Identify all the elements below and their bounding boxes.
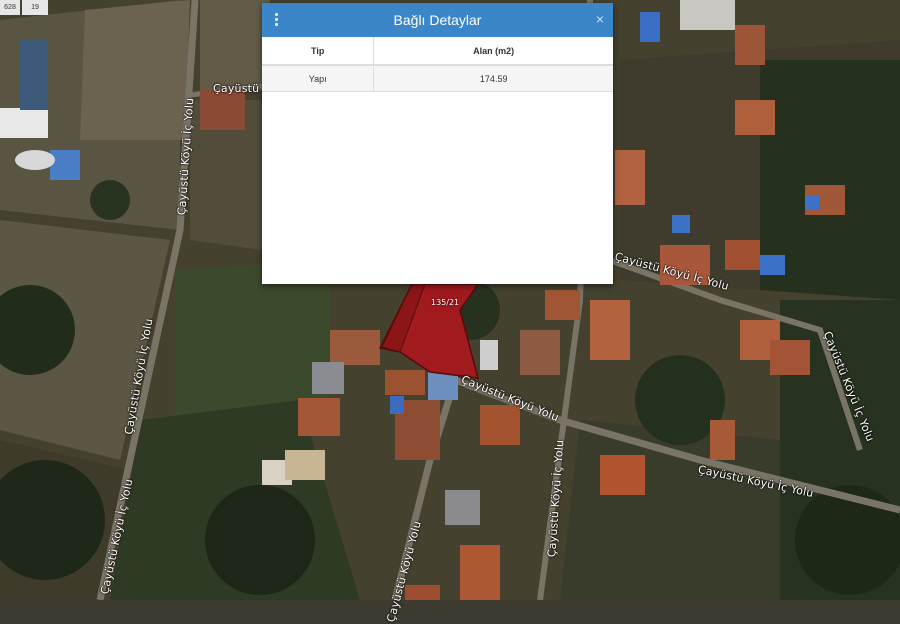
map-scale-chip: 19: [22, 0, 48, 15]
cell-type: Yapı: [262, 65, 374, 92]
column-header-type: Tip: [262, 37, 374, 66]
details-table: Tip Alan (m2) Yapı 174.59: [262, 37, 613, 92]
map-scale-chip: 628: [0, 0, 20, 15]
dialog-header: Bağlı Detaylar ×: [262, 3, 613, 37]
parcel-label: 135/21: [431, 298, 460, 307]
attached-details-dialog: Bağlı Detaylar × Tip Alan (m2) Yapı 174.…: [262, 3, 613, 284]
dialog-title: Bağlı Detaylar: [393, 12, 482, 28]
column-header-area: Alan (m2): [373, 37, 613, 66]
close-icon[interactable]: ×: [596, 11, 604, 27]
table-row[interactable]: Yapı 174.59: [262, 65, 613, 92]
cell-area: 174.59: [373, 65, 613, 92]
